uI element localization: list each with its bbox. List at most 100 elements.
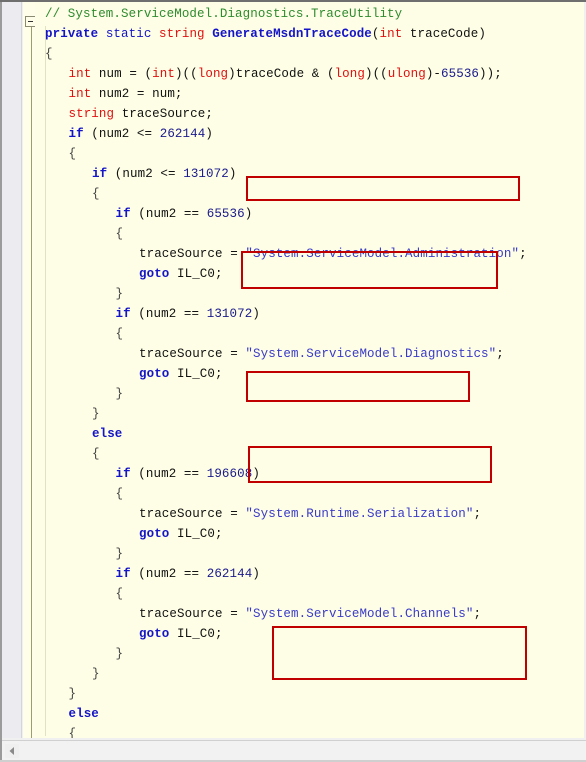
code-line[interactable]: } [37, 284, 584, 304]
code-token-plain: )- [425, 67, 442, 81]
code-line[interactable]: traceSource = "System.ServiceModel.Diagn… [37, 344, 584, 364]
code-line[interactable]: { [37, 44, 584, 64]
code-token-plain: traceSource = [139, 247, 246, 261]
code-token-plain: traceSource = [139, 507, 246, 521]
code-line[interactable]: int num2 = num; [37, 84, 584, 104]
code-token-plain: traceCode) [402, 27, 486, 41]
code-token-plain: num = ( [91, 67, 153, 81]
code-token-plain: ) [244, 207, 253, 221]
code-line[interactable]: } [37, 644, 584, 664]
code-token-plain: (num2 == [130, 307, 207, 321]
code-line[interactable]: { [37, 484, 584, 504]
code-line[interactable]: } [37, 544, 584, 564]
code-editor-surface[interactable]: // System.ServiceModel.Diagnostics.Trace… [35, 2, 584, 738]
scroll-left-arrow-icon[interactable] [5, 744, 19, 758]
code-line[interactable]: traceSource = "System.Runtime.Serializat… [37, 504, 584, 524]
code-line[interactable]: if (num2 <= 262144) [37, 124, 584, 144]
outlining-margin[interactable] [23, 2, 36, 738]
code-token-plain: ; [496, 347, 504, 361]
code-token-brace: { [92, 447, 100, 461]
code-token-num: 131072 [183, 167, 229, 181]
code-token-plain: (num2 == [130, 207, 207, 221]
indicator-gutter[interactable] [2, 2, 22, 738]
code-line[interactable]: } [37, 404, 584, 424]
indent-guide-line [45, 26, 46, 736]
code-token-type: string [159, 27, 205, 41]
code-line[interactable]: { [37, 144, 584, 164]
code-line[interactable]: goto IL_C0; [37, 624, 584, 644]
code-token-brace: } [115, 287, 124, 301]
code-line[interactable]: } [37, 684, 584, 704]
code-token-brace: } [115, 647, 124, 661]
code-token-plain: ) [228, 167, 237, 181]
code-token-plain: )); [479, 67, 502, 81]
code-token-type: long [334, 67, 365, 81]
code-token-plain: IL_C0; [169, 367, 223, 381]
horizontal-scrollbar[interactable] [2, 740, 586, 760]
code-line[interactable]: string traceSource; [37, 104, 584, 124]
code-token-kw: goto [139, 267, 170, 281]
code-token-brace: { [115, 487, 124, 501]
code-token-plain: (num2 == [130, 567, 207, 581]
code-line[interactable]: // System.ServiceModel.Diagnostics.Trace… [37, 4, 584, 24]
code-token-type: int [152, 67, 175, 81]
code-token-brace: { [68, 147, 77, 161]
code-line[interactable]: { [37, 584, 584, 604]
code-token-type: long [197, 67, 229, 81]
code-token-brace: { [115, 227, 124, 241]
code-line[interactable]: goto IL_C0; [37, 364, 584, 384]
code-token-brace: { [45, 47, 53, 61]
code-token-plain: )(( [174, 67, 198, 81]
code-token-plain: traceSource; [114, 107, 213, 121]
code-token-plain: )traceCode & ( [228, 67, 335, 81]
code-line[interactable]: { [37, 224, 584, 244]
code-token-kw2: static [105, 27, 152, 41]
code-token-plain: ) [252, 467, 260, 481]
code-token-kw: else [92, 427, 123, 441]
code-token-num: 196608 [206, 467, 253, 481]
code-line[interactable]: if (num2 <= 131072) [37, 164, 584, 184]
code-line[interactable]: goto IL_C0; [37, 524, 584, 544]
code-token-plain: ( [371, 27, 380, 41]
code-line[interactable]: if (num2 == 262144) [37, 564, 584, 584]
code-token-brace: { [92, 187, 100, 201]
code-line[interactable]: int num = (int)((long)traceCode & (long)… [37, 64, 584, 84]
code-line[interactable]: } [37, 664, 584, 684]
code-line[interactable]: if (num2 == 131072) [37, 304, 584, 324]
code-line[interactable]: { [37, 444, 584, 464]
code-token-num: 65536 [441, 67, 480, 81]
code-token-kw: if [115, 207, 131, 221]
code-line[interactable]: traceSource = "System.ServiceModel.Chann… [37, 604, 584, 624]
code-token-kw: else [68, 707, 99, 721]
code-token-type: ulong [387, 67, 426, 81]
code-token-plain: (num2 <= [107, 167, 184, 181]
code-token-plain: traceSource = [139, 607, 246, 621]
code-line[interactable]: else [37, 424, 584, 444]
fold-guide-line [31, 26, 32, 738]
code-token-num: 65536 [206, 207, 245, 221]
code-token-brace: } [115, 547, 124, 561]
code-line[interactable]: goto IL_C0; [37, 264, 584, 284]
code-token-brace: } [68, 687, 77, 701]
code-token-plain: IL_C0; [169, 527, 223, 541]
code-token-plain: ) [252, 567, 260, 581]
code-line[interactable]: if (num2 == 196608) [37, 464, 584, 484]
code-line[interactable]: { [37, 724, 584, 738]
code-token-kw: if [115, 567, 131, 581]
code-token-kw: if [68, 127, 84, 141]
code-line[interactable]: } [37, 384, 584, 404]
code-token-num: 262144 [159, 127, 206, 141]
code-token-plain: IL_C0; [169, 627, 223, 641]
code-line[interactable]: private static string GenerateMsdnTraceC… [37, 24, 584, 44]
code-line[interactable]: { [37, 324, 584, 344]
code-line[interactable]: else [37, 704, 584, 724]
code-token-plain: ) [205, 127, 213, 141]
code-token-str: "System.ServiceModel.Administration" [245, 247, 520, 261]
code-line[interactable]: if (num2 == 65536) [37, 204, 584, 224]
code-token-plain: ) [252, 307, 260, 321]
code-line[interactable]: { [37, 184, 584, 204]
code-line[interactable]: traceSource = "System.ServiceModel.Admin… [37, 244, 584, 264]
code-token-kw: if [115, 467, 131, 481]
